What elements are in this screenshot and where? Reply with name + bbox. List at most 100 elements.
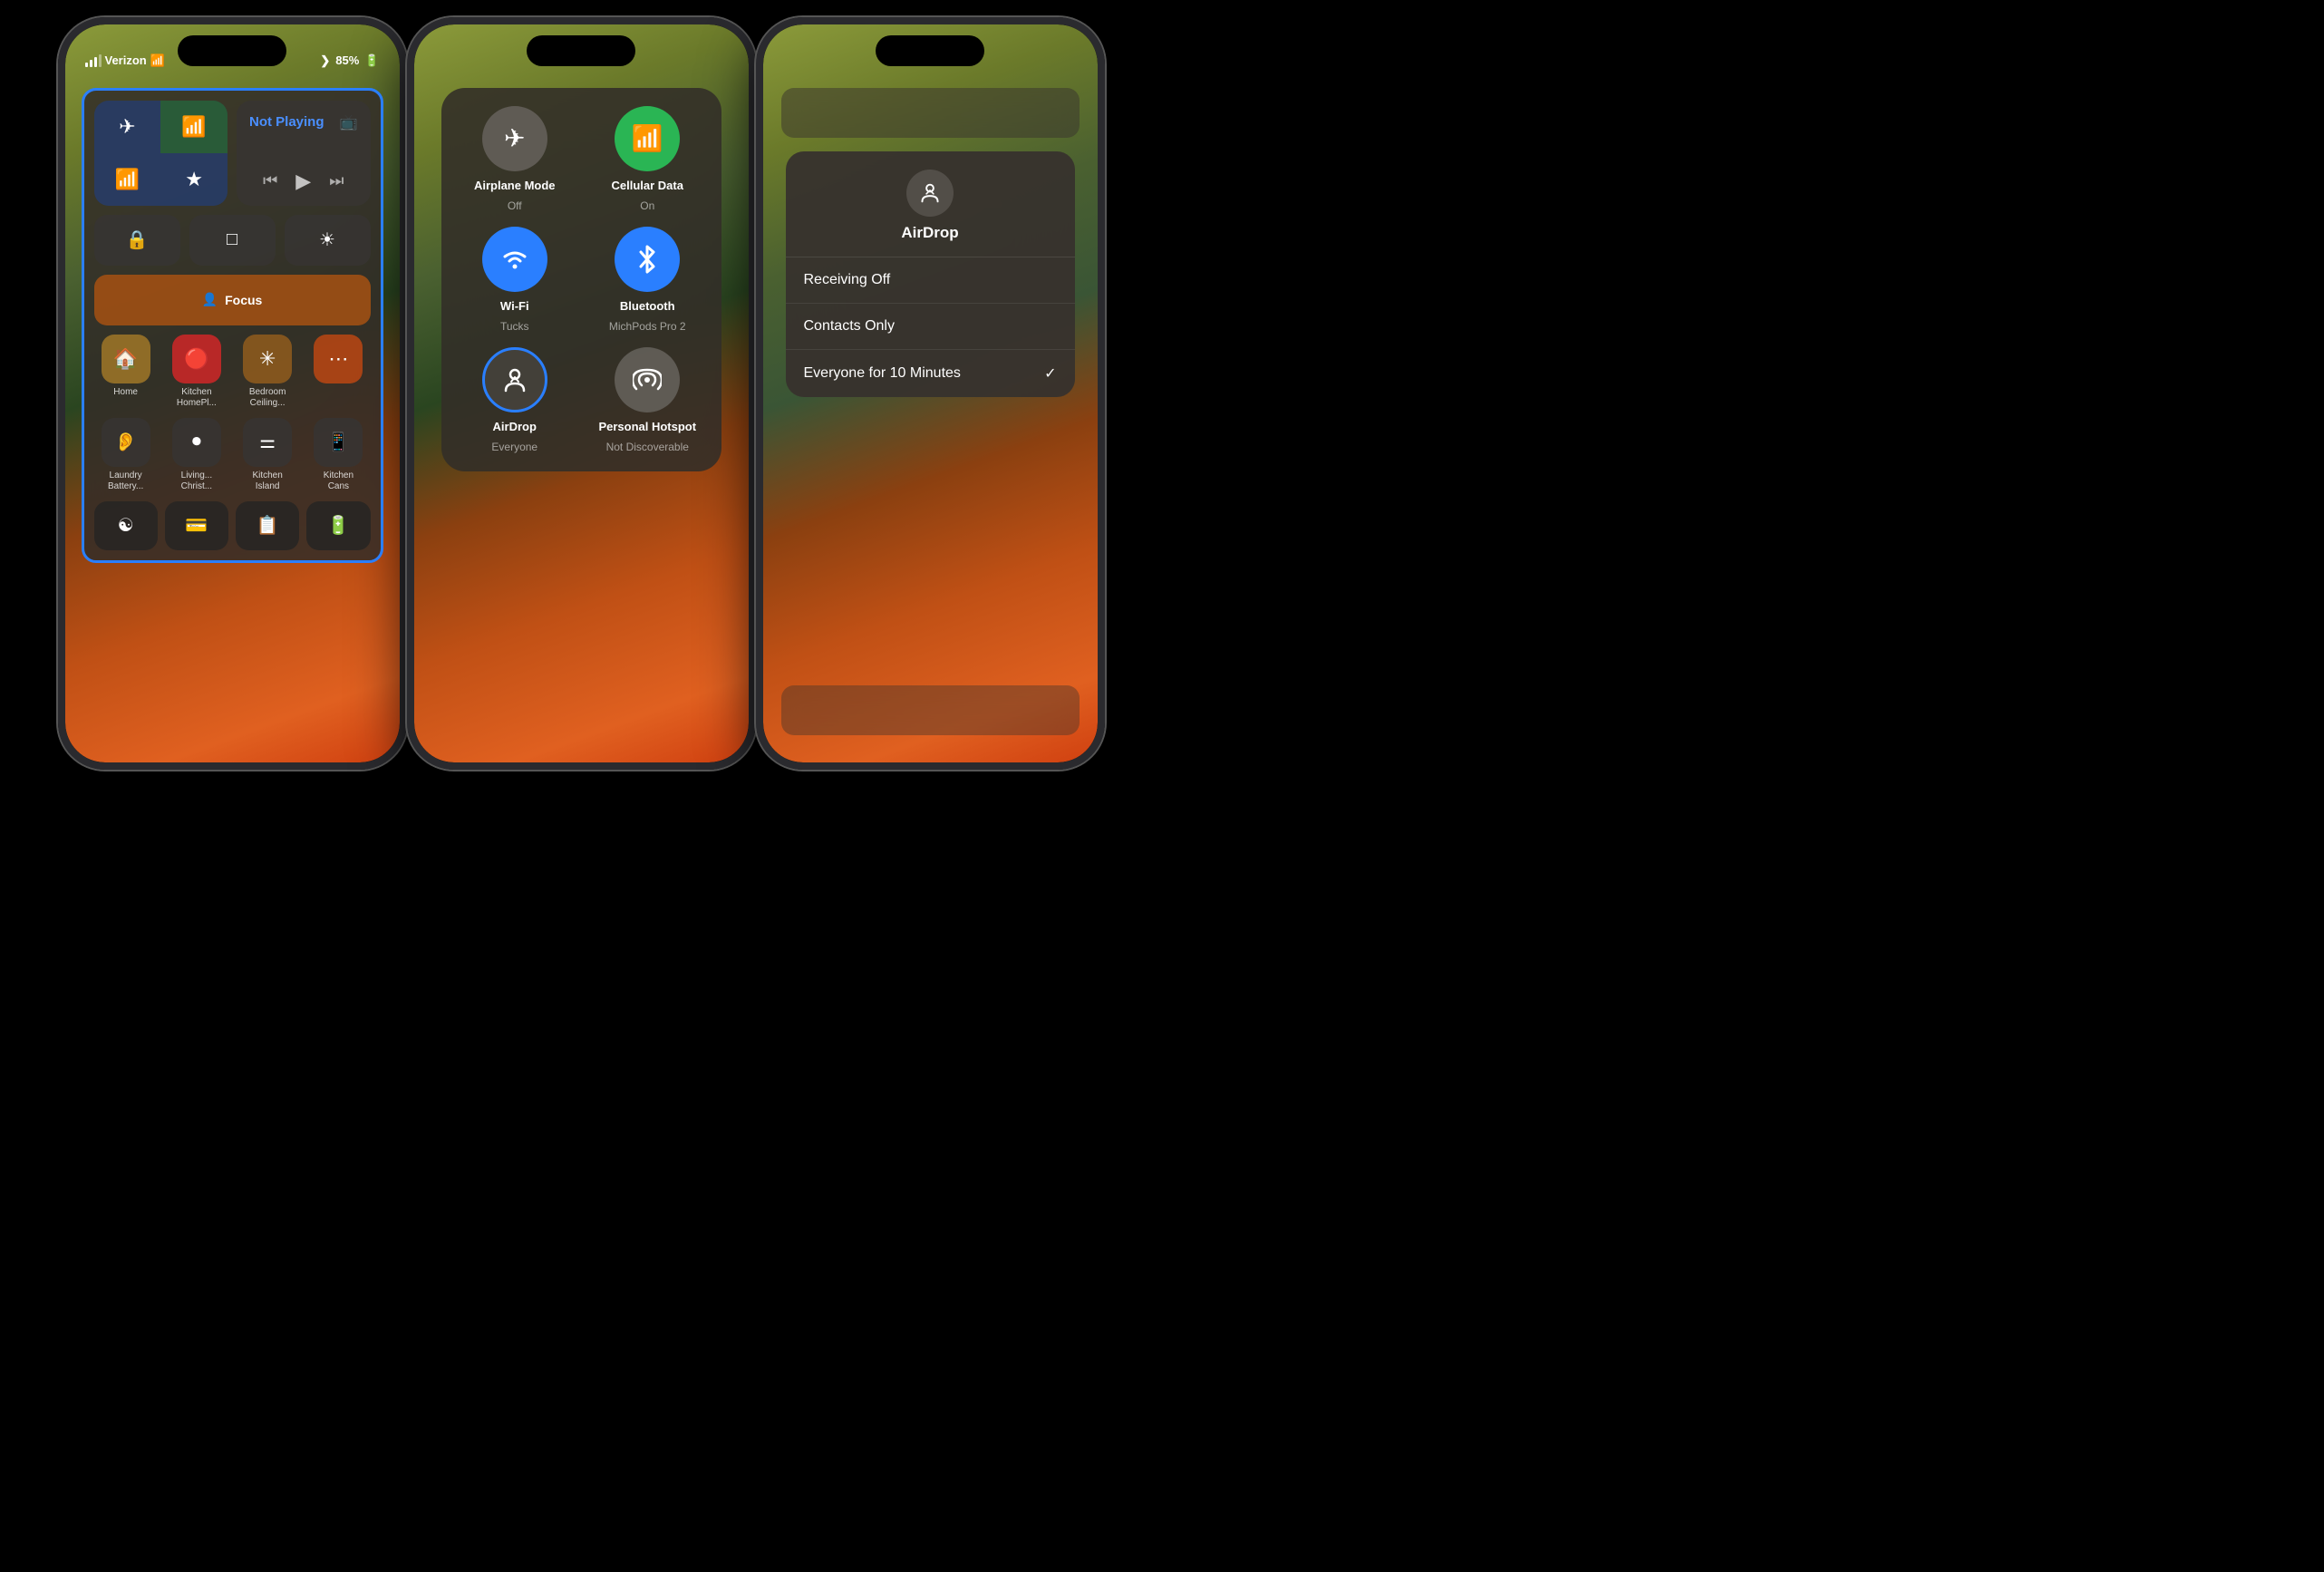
screen-mirror-icon: □ [227,229,237,250]
wifi-icon: 📶 [115,168,140,191]
blur-panel-bottom [781,685,1080,735]
volume-down-button-2[interactable] [407,215,412,251]
bluetooth-btn[interactable]: ★ [160,153,228,206]
control-center-1: ✈ 📶 📶 ★ Not Playing 📺 ⏮ [82,88,383,563]
exp-wifi[interactable]: Wi-Fi Tucks [456,227,575,333]
home-label-home: Home [113,387,138,398]
airdrop-option-everyone[interactable]: Everyone for 10 Minutes ✓ [786,350,1075,397]
home-item-bedroom[interactable]: ✳ Bedroom Ceiling... [236,335,299,409]
notes-btn[interactable]: 📋 [236,501,299,550]
airdrop-popup-title: AirDrop [901,224,958,242]
bat-icon-3: ⚌ [243,418,292,467]
power-button-3[interactable] [1100,188,1105,251]
phone-2: ✈ Airplane Mode Off 📶 Cellular Data On [407,17,756,770]
home-item-kitchen[interactable]: 🔴 Kitchen HomePl... [165,335,228,409]
rewind-button[interactable]: ⏮ [263,171,277,190]
exp-airdrop-icon [482,347,547,412]
exp-airplane[interactable]: ✈ Airplane Mode Off [456,106,575,212]
airplay-icon[interactable]: 📺 [340,113,358,131]
exp-wifi-sub: Tucks [500,320,529,333]
dynamic-island-3 [876,35,984,66]
home-item-extra[interactable]: ⋯ [306,335,370,409]
exp-bluetooth-sub: MichPods Pro 2 [609,320,686,333]
exp-bluetooth[interactable]: Bluetooth MichPods Pro 2 [588,227,707,333]
airdrop-contacts-label: Contacts Only [804,318,895,335]
screen-mirror-btn[interactable]: □ [189,215,276,266]
connectivity-grid-left[interactable]: ✈ 📶 📶 ★ [94,101,228,206]
home-icon-house: 🏠 [102,335,150,383]
notes-icon: 📋 [257,514,279,537]
mute-button[interactable] [58,133,63,160]
bat-item-2[interactable]: ⏺ Living... Christ... [165,418,228,492]
battery-row: 👂 Laundry Battery... ⏺ Living... Christ.… [94,418,371,492]
brightness-btn[interactable]: ☀ [285,215,371,266]
second-row: 🔒 □ ☀ [94,215,371,266]
airdrop-off-label: Receiving Off [804,272,891,288]
play-button[interactable]: ▶ [295,170,311,193]
exp-wifi-icon [482,227,547,292]
airplane-mode-btn[interactable]: ✈ [94,101,161,153]
bat-label-1: Laundry Battery... [101,471,151,492]
bat-item-1[interactable]: 👂 Laundry Battery... [94,418,158,492]
wifi-status-icon: 📶 [150,53,165,68]
brightness-icon: ☀ [319,228,335,251]
bat-icon-1: 👂 [102,418,150,467]
airdrop-header: AirDrop [786,170,1075,257]
volume-down-button[interactable] [58,215,63,251]
battery-percent: 85% [335,53,359,67]
mute-button-2[interactable] [407,133,412,160]
carrier-label: Verizon [105,53,147,67]
airdrop-option-off[interactable]: Receiving Off [786,257,1075,304]
exp-airplane-icon: ✈ [482,106,547,171]
home-item-home[interactable]: 🏠 Home [94,335,158,409]
blur-panel-top [781,88,1080,138]
expanded-grid: ✈ Airplane Mode Off 📶 Cellular Data On [456,106,707,453]
exp-cellular-label: Cellular Data [612,179,683,192]
battery-widget-btn[interactable]: 🔋 [306,501,370,550]
volume-up-button-3[interactable] [756,170,760,206]
exp-cellular[interactable]: 📶 Cellular Data On [588,106,707,212]
power-button[interactable] [402,188,407,251]
location-icon: ❯ [320,53,330,68]
exp-airdrop[interactable]: AirDrop Everyone [456,347,575,453]
exp-hotspot[interactable]: Personal Hotspot Not Discoverable [588,347,707,453]
yin-yang-btn[interactable]: ☯ [94,501,158,550]
exp-hotspot-label: Personal Hotspot [598,420,696,433]
media-controls: ⏮ ▶ ⏭ [249,170,358,193]
media-player[interactable]: Not Playing 📺 ⏮ ▶ ⏭ [237,101,371,206]
wallet-icon: 💳 [185,514,208,537]
fast-forward-button[interactable]: ⏭ [329,171,344,190]
volume-up-button[interactable] [58,170,63,206]
volume-up-button-2[interactable] [407,170,412,206]
mute-button-3[interactable] [756,133,760,160]
bat-item-4[interactable]: 📱 Kitchen Cans [306,418,370,492]
focus-btn[interactable]: 👤 Focus [94,275,371,325]
media-top: Not Playing 📺 [249,113,358,131]
airdrop-option-contacts[interactable]: Contacts Only [786,304,1075,350]
exp-hotspot-sub: Not Discoverable [606,441,689,453]
bluetooth-icon: ★ [185,168,203,191]
exp-cellular-icon: 📶 [615,106,680,171]
exp-bluetooth-icon [615,227,680,292]
power-button-2[interactable] [751,188,756,251]
bottom-toolbar: ☯ 💳 📋 🔋 [94,501,371,550]
wallet-btn[interactable]: 💳 [165,501,228,550]
dynamic-island-2 [527,35,635,66]
signal-bars [85,54,102,67]
exp-wifi-label: Wi-Fi [500,299,529,313]
volume-down-button-3[interactable] [756,215,760,251]
battery-icon: 🔋 [364,53,379,68]
exp-bluetooth-label: Bluetooth [620,299,675,313]
wifi-btn[interactable]: 📶 [94,153,161,206]
phone-3: AirDrop Receiving Off Contacts Only Ever… [756,17,1105,770]
exp-hotspot-icon [615,347,680,412]
media-title: Not Playing [249,114,324,130]
bat-label-4: Kitchen Cans [313,471,363,492]
airdrop-everyone-label: Everyone for 10 Minutes [804,365,961,382]
airdrop-popup: AirDrop Receiving Off Contacts Only Ever… [786,151,1075,397]
cellular-icon: 📶 [181,115,206,139]
orientation-lock-btn[interactable]: 🔒 [94,215,180,266]
bat-item-3[interactable]: ⚌ Kitchen Island [236,418,299,492]
cellular-btn[interactable]: 📶 [160,101,228,153]
home-icon-kitchen: 🔴 [172,335,221,383]
